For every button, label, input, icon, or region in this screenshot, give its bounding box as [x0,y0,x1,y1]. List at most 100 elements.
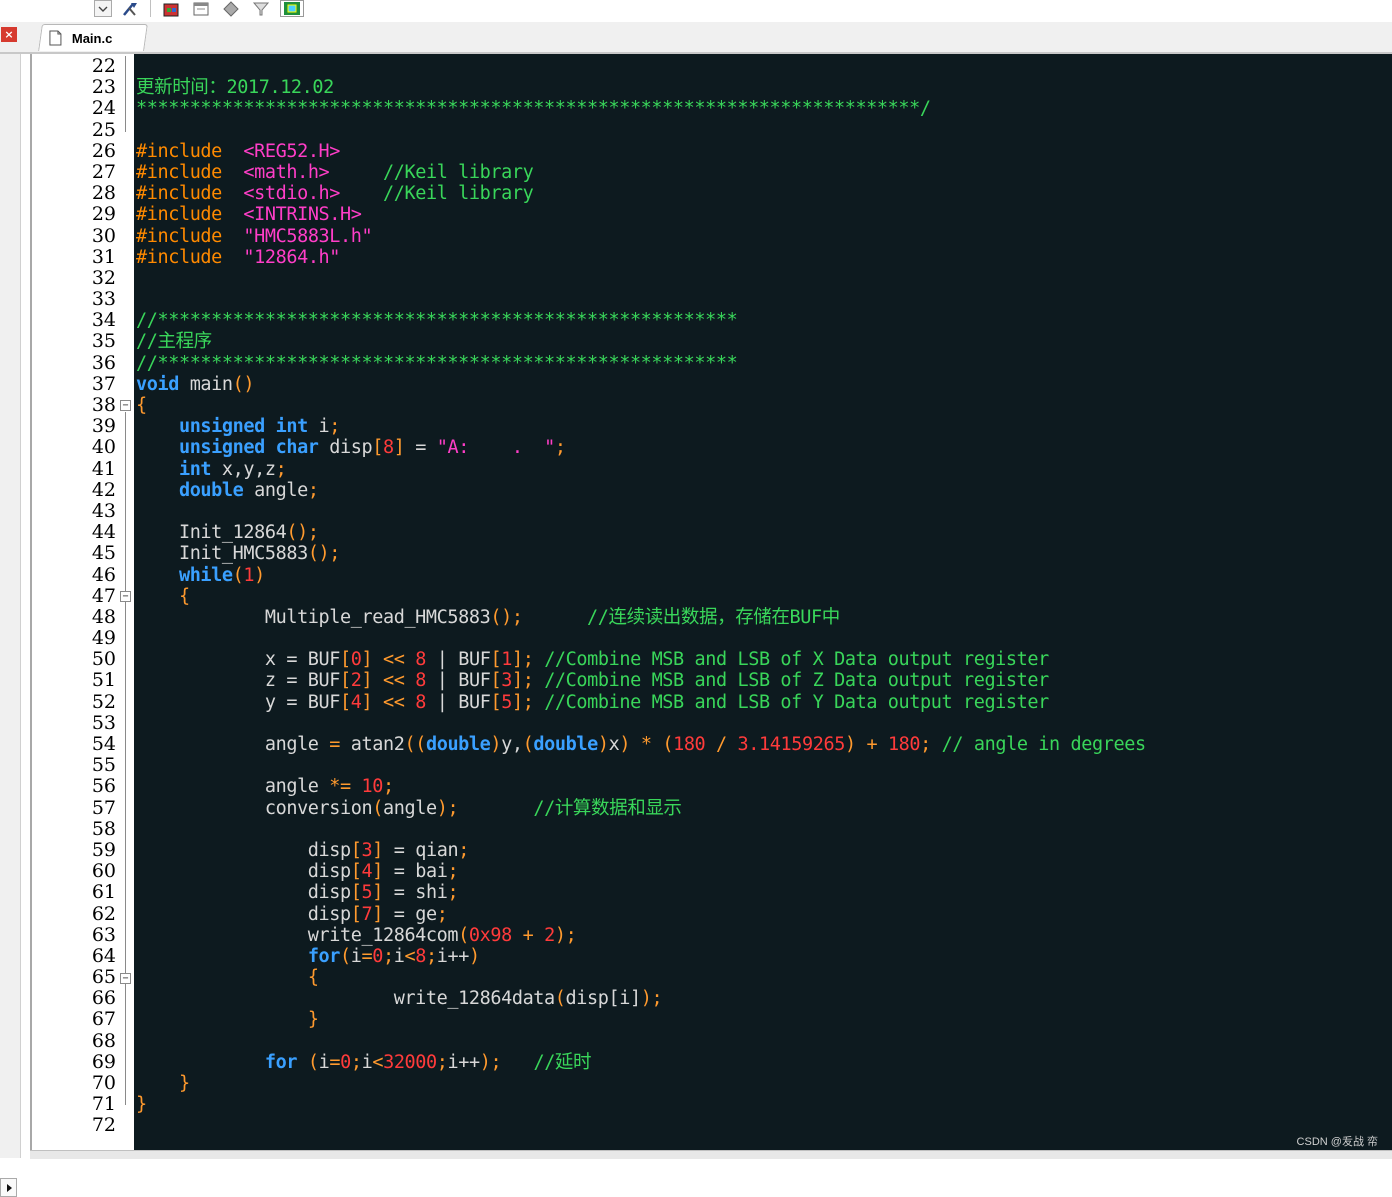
fold-toggle-icon[interactable]: − [120,972,131,984]
fold-toggle-icon[interactable]: − [120,591,131,602]
code-line[interactable]: disp[3] = qian; [134,840,1146,861]
code-line[interactable] [134,289,1146,310]
code-token: / [716,734,727,755]
line-number: 55 [91,754,116,777]
code-line[interactable]: conversion(angle); //计算数据和显示 [134,798,1146,819]
code-line[interactable]: write_12864com(0x98 + 2); [134,925,1146,946]
funnel-icon[interactable] [250,0,272,17]
code-area[interactable]: 更新时间：2017.12.02 *************************… [134,54,1392,1150]
code-line[interactable]: #include <REG52.H> [134,141,1146,162]
code-token: ); [436,797,459,819]
code-line[interactable]: //主程序 [134,331,1146,352]
diamond-icon[interactable] [220,0,242,17]
code-line[interactable] [134,819,1146,840]
code-token: | BUF [426,691,491,713]
tab-main-c[interactable]: Main.c [38,24,148,51]
code-line[interactable]: 更新时间：2017.12.02 [134,77,1146,98]
tools-icon[interactable] [120,0,142,17]
code-token: { [136,395,147,416]
code-line[interactable]: disp[7] = ge; [134,904,1146,925]
code-line[interactable]: Init_HMC5883(); [134,543,1146,564]
code-token: ; [307,479,319,501]
dropdown-icon[interactable] [94,0,112,17]
code-line[interactable]: int x,y,z; [134,459,1146,480]
code-line[interactable]: #include <INTRINS.H> [134,204,1146,225]
code-line[interactable] [134,628,1146,649]
code-line[interactable]: ****************************************… [134,98,1146,119]
code-line[interactable]: disp[4] = bai; [134,861,1146,882]
code-line[interactable] [134,501,1146,522]
code-token: 180 [887,734,921,755]
code-line[interactable] [134,755,1146,776]
code-line[interactable]: y = BUF[4] << 8 | BUF[5]; //Combine MSB … [134,692,1146,713]
code-token: ) [844,734,856,755]
window-icon[interactable] [190,0,212,17]
code-line[interactable] [134,1115,1146,1136]
code-line[interactable]: z = BUF[2] << 8 | BUF[3]; //Combine MSB … [134,670,1146,691]
code-token: 3 [501,670,512,692]
fold-toggle-icon[interactable]: − [120,400,131,412]
code-token: i [318,1051,330,1073]
code-token: << [383,649,405,671]
code-token: int [178,458,212,480]
code-line[interactable]: //**************************************… [134,353,1146,374]
code-line[interactable]: } [134,1094,1146,1115]
code-token: } [307,1009,319,1031]
code-token: disp [136,903,351,925]
line-number: 54 [91,733,116,755]
code-token: 更新时间：2017.12.02 [136,77,334,99]
code-line[interactable] [134,120,1146,141]
code-token: #include [136,183,244,205]
toolbar [0,0,1392,22]
code-token: ]; [511,691,534,713]
code-line[interactable]: angle *= 10; [134,776,1146,797]
build-icon[interactable] [160,0,182,17]
code-token: 7 [361,903,373,925]
line-number: 57 [91,796,116,819]
code-line[interactable]: { [134,967,1146,988]
code-token: //**************************************… [136,352,738,374]
code-line[interactable]: void main() [134,374,1146,395]
code-line[interactable]: angle = atan2((double)y,(double)x) * (18… [134,734,1146,755]
chip-icon[interactable] [280,0,304,17]
expand-arrow-icon[interactable] [0,1178,17,1197]
code-line[interactable]: } [134,1009,1146,1030]
code-token: < [372,1051,384,1073]
code-editor[interactable]: 22 23 24 25 26 27 28 29 30 31 32 33 34 35 36 37 38 39 40 41… [30,54,1392,1150]
code-line[interactable]: { [134,395,1146,416]
close-icon[interactable]: × [1,27,17,42]
code-line[interactable]: for(i=0;i<8;i++) [134,946,1146,967]
code-line[interactable] [134,713,1146,734]
code-line[interactable]: unsigned char disp[8] = "A: . "; [134,437,1146,458]
code-line[interactable]: Init_12864(); [134,522,1146,543]
code-token: double [425,734,491,755]
code-line[interactable]: for (i=0;i<32000;i++); //延时 [134,1052,1146,1073]
code-line[interactable]: unsigned int i; [134,416,1146,437]
code-line[interactable]: x = BUF[0] << 8 | BUF[1]; //Combine MSB … [134,649,1146,670]
code-line[interactable]: #include <math.h> //Keil library [134,162,1146,183]
code-line[interactable]: double angle; [134,480,1146,501]
code-token: ( [340,945,351,967]
code-line[interactable]: Multiple_read_HMC5883(); //连续读出数据，存储在BUF… [134,607,1146,628]
line-number: 43 [91,499,116,522]
code-token: 0 [372,945,384,967]
code-line[interactable] [134,1031,1146,1052]
code-line[interactable] [134,56,1146,77]
code-line[interactable]: while(1) [134,565,1146,586]
code-token: ] [361,670,373,692]
code-line[interactable]: { [134,586,1146,607]
code-line[interactable]: #include "12864.h" [134,247,1146,268]
code-line[interactable]: #include "HMC5883L.h" [134,226,1146,247]
code-line[interactable]: } [134,1073,1146,1094]
code-line[interactable]: //**************************************… [134,310,1146,331]
code-line[interactable]: write_12864data(disp[i]); [134,988,1146,1009]
code-line[interactable]: disp[5] = shi; [134,882,1146,903]
code-line[interactable] [134,268,1146,289]
code-line[interactable]: #include <stdio.h> //Keil library [134,183,1146,204]
